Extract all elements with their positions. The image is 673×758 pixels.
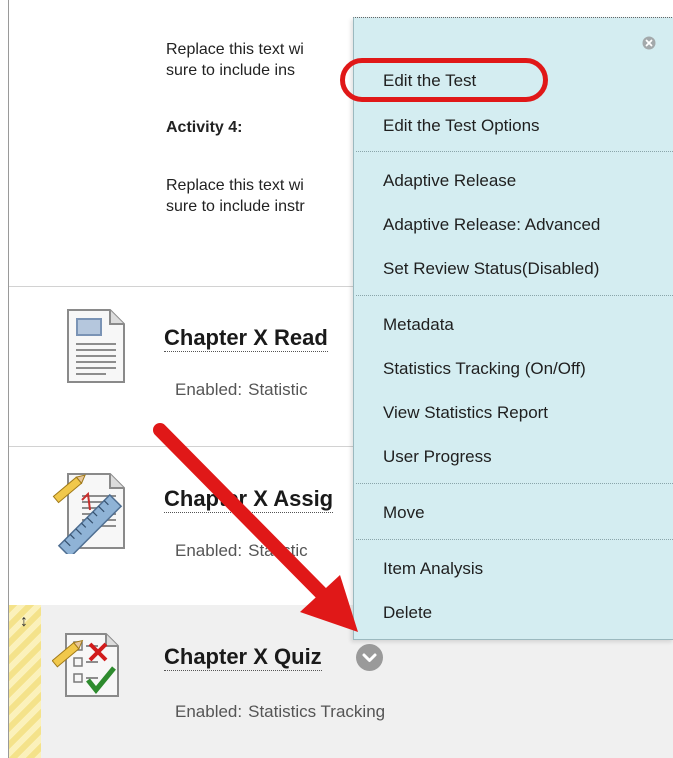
meta-label: Enabled: [175,702,243,721]
menu-item-metadata[interactable]: Metadata [383,315,454,335]
content-item-title[interactable]: Chapter X Quiz [164,644,322,671]
meta-label: Enabled: [175,541,243,560]
menu-item-move[interactable]: Move [383,503,425,523]
chevron-down-icon [362,653,377,662]
menu-item-user-progress[interactable]: User Progress [383,447,492,467]
menu-item-adaptive-release[interactable]: Adaptive Release [383,171,516,191]
document-icon [66,308,126,389]
body-text-line: sure to include ins [166,62,295,79]
meta-value: Statistic [248,380,308,399]
drag-handle-icon[interactable]: ↕ [16,612,32,632]
menu-item-view-statistics[interactable]: View Statistics Report [383,403,548,423]
item-options-button[interactable] [356,644,383,671]
meta-label: Enabled: [175,380,243,399]
menu-item-set-review-status[interactable]: Set Review Status(Disabled) [383,259,599,279]
content-item-title[interactable]: Chapter X Assig [164,486,334,513]
item-meta: Enabled: Statistic [175,541,308,561]
meta-value: Statistic [248,541,308,560]
activity-heading: Activity 4: [166,119,243,136]
menu-item-edit-test-options[interactable]: Edit the Test Options [383,116,540,136]
annotation-highlight-oval [340,58,548,102]
menu-separator [356,151,673,152]
body-text-line: Replace this text wi [166,177,304,194]
meta-value: Statistics Tracking [248,702,386,721]
menu-separator [356,483,673,484]
assignment-icon [52,470,128,559]
body-text-line: Replace this text wi [166,41,304,58]
menu-separator [356,295,673,296]
menu-item-statistics-tracking[interactable]: Statistics Tracking (On/Off) [383,359,586,379]
menu-separator [356,539,673,540]
test-icon [51,630,122,705]
menu-item-delete[interactable]: Delete [383,603,432,623]
menu-item-adaptive-release-adv[interactable]: Adaptive Release: Advanced [383,215,600,235]
menu-item-item-analysis[interactable]: Item Analysis [383,559,483,579]
item-meta: Enabled: Statistic [175,380,308,400]
item-meta: Enabled: Statistics Tracking [175,702,385,722]
close-icon[interactable] [642,36,656,50]
content-item-title[interactable]: Chapter X Read [164,325,328,352]
body-text-line: sure to include instr [166,198,305,215]
